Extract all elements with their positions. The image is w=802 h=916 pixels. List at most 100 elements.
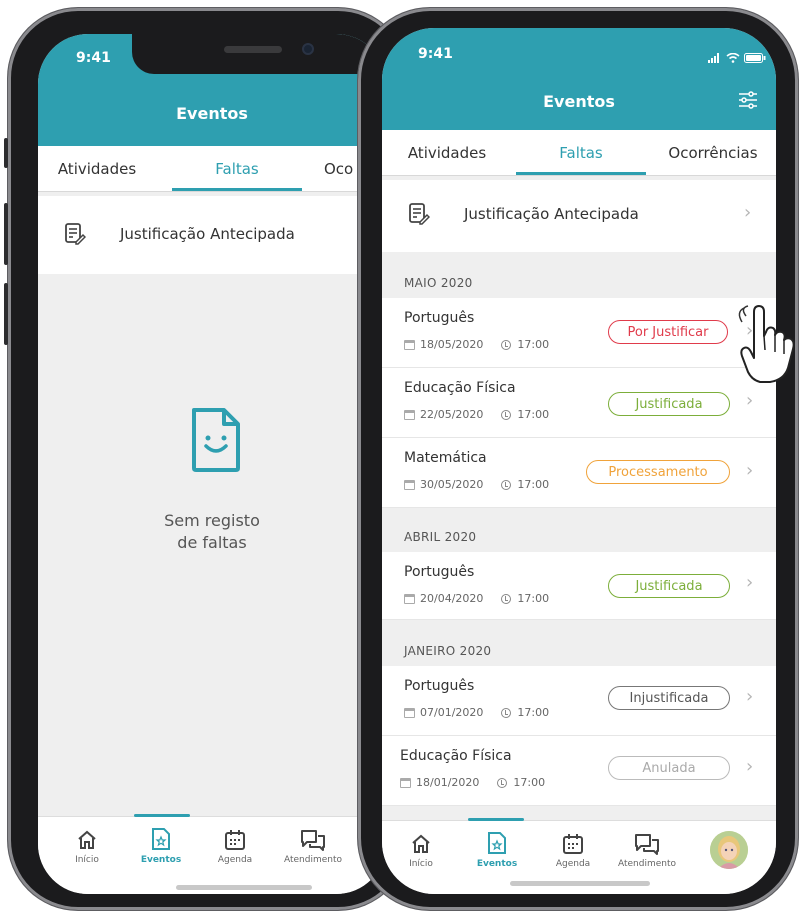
home-indicator: [176, 885, 312, 890]
back-screen: 9:41 Eventos Atividades Faltas Oco Justi…: [38, 34, 386, 894]
home-indicator: [510, 881, 650, 886]
tab-atividades[interactable]: Atividades: [38, 146, 156, 191]
tab-faltas[interactable]: Faltas: [172, 146, 302, 191]
justificacao-antecipada-link[interactable]: Justificação Antecipada ›: [382, 180, 776, 252]
item-meta: 22/05/2020 17:00: [404, 408, 549, 421]
chevron-right-icon: ›: [744, 202, 752, 223]
chevron-right-icon: ›: [746, 686, 754, 707]
bottom-tab-bar: Início Eventos Agenda Atendimento: [382, 818, 776, 894]
tabbar-item-inicio[interactable]: Início: [386, 821, 456, 869]
front-phone: 9:41 Eventos Atividades Faltas Ocorrênci…: [358, 8, 798, 910]
status-badge: Por Justificar: [608, 320, 728, 344]
events-icon: [126, 817, 196, 851]
battery-icon: [744, 48, 766, 67]
active-tab-indicator: [516, 172, 646, 175]
app-header: 9:41 Eventos: [382, 28, 776, 130]
item-subject: Educação Física: [400, 748, 512, 764]
tabbar-item-agenda[interactable]: Agenda: [538, 821, 608, 869]
calendar-small-icon: [404, 339, 415, 350]
tabbar-item-inicio[interactable]: Início: [52, 817, 122, 865]
list-item[interactable]: Português 18/05/2020 17:00 Por Justificar…: [382, 298, 776, 368]
chat-icon: [612, 821, 682, 855]
filter-icon[interactable]: [738, 90, 758, 114]
item-subject: Português: [404, 564, 475, 580]
calendar-small-icon: [404, 593, 415, 604]
calendar-icon: [200, 817, 270, 851]
item-meta: 18/01/2020 17:00: [400, 776, 545, 789]
status-time: 9:41: [76, 50, 111, 66]
item-meta: 07/01/2020 17:00: [404, 706, 549, 719]
bottom-tab-bar: Início Eventos Agenda Atendimento: [38, 814, 386, 894]
volume-up-button: [4, 203, 8, 265]
app-header: 9:41 Eventos: [38, 34, 386, 146]
tab-faltas[interactable]: Faltas: [516, 130, 646, 175]
item-date: 18/05/2020: [420, 338, 484, 351]
item-meta: 18/05/2020 17:00: [404, 338, 549, 351]
section-header-abril: ABRIL 2020: [404, 530, 477, 544]
item-date: 07/01/2020: [420, 706, 484, 719]
item-subject: Português: [404, 678, 475, 694]
chevron-right-icon: ›: [746, 390, 754, 411]
page-title: Eventos: [543, 92, 615, 111]
list-item[interactable]: Português 20/04/2020 17:00 Justificada ›: [382, 552, 776, 620]
status-badge: Processamento: [586, 460, 730, 484]
item-date: 30/05/2020: [420, 478, 484, 491]
clock-icon: [501, 707, 512, 718]
tabbar-item-eventos[interactable]: Eventos: [462, 821, 532, 869]
tab-bar: Atividades Faltas Ocorrências: [382, 130, 776, 176]
tabbar-item-eventos[interactable]: Eventos: [126, 817, 196, 865]
tab-ocorrencias[interactable]: Ocorrências: [650, 130, 776, 175]
signal-icon: [708, 48, 722, 67]
item-meta: 30/05/2020 17:00: [404, 478, 549, 491]
tabbar-label: Agenda: [555, 859, 591, 869]
chat-icon: [278, 817, 348, 851]
item-date: 20/04/2020: [420, 592, 484, 605]
item-time: 17:00: [517, 338, 550, 351]
list-item[interactable]: Português 07/01/2020 17:00 Injustificada …: [382, 666, 776, 736]
item-subject: Português: [404, 310, 475, 326]
justificacao-antecipada-link[interactable]: Justificação Antecipada: [38, 196, 386, 274]
section-header-maio: MAIO 2020: [404, 276, 473, 290]
chevron-right-icon: ›: [746, 756, 754, 777]
clock-icon: [497, 777, 508, 788]
hand-pointer-icon: [738, 302, 802, 390]
empty-state-text: Sem registo de faltas: [38, 510, 386, 554]
status-badge: Justificada: [608, 574, 730, 598]
front-screen: 9:41 Eventos Atividades Faltas Ocorrênci…: [382, 28, 776, 894]
list-item[interactable]: Educação Física 18/01/2020 17:00 Anulada …: [382, 736, 776, 806]
avatar[interactable]: [710, 831, 748, 869]
document-edit-icon: [64, 222, 87, 250]
active-tab-indicator: [172, 188, 302, 191]
link-label: Justificação Antecipada: [120, 225, 295, 243]
empty-line-2: de faltas: [177, 533, 247, 552]
clock-icon: [501, 409, 512, 420]
status-time: 9:41: [418, 46, 453, 62]
empty-document-icon: [188, 406, 244, 478]
tab-bar: Atividades Faltas Oco: [38, 146, 386, 192]
item-subject: Matemática: [404, 450, 487, 466]
tabbar-label: Início: [409, 859, 433, 869]
wifi-icon: [726, 48, 740, 67]
calendar-small-icon: [404, 409, 415, 420]
home-icon: [386, 821, 456, 855]
tab-atividades[interactable]: Atividades: [382, 130, 512, 175]
document-edit-icon: [408, 202, 431, 230]
clock-icon: [501, 479, 512, 490]
tabbar-label: Eventos: [476, 859, 518, 869]
item-meta: 20/04/2020 17:00: [404, 592, 549, 605]
tabbar-item-atendimento[interactable]: Atendimento: [612, 821, 682, 869]
item-subject: Educação Física: [404, 380, 516, 396]
item-time: 17:00: [517, 408, 550, 421]
calendar-small-icon: [404, 707, 415, 718]
calendar-icon: [538, 821, 608, 855]
clock-icon: [501, 593, 512, 604]
mute-switch: [4, 138, 8, 168]
tabbar-item-agenda[interactable]: Agenda: [200, 817, 270, 865]
list-item[interactable]: Educação Física 22/05/2020 17:00 Justific…: [382, 368, 776, 438]
item-time: 17:00: [517, 706, 550, 719]
volume-down-button: [4, 283, 8, 345]
status-badge: Anulada: [608, 756, 730, 780]
tabbar-item-atendimento[interactable]: Atendimento: [278, 817, 348, 865]
list-item[interactable]: Matemática 30/05/2020 17:00 Processamento…: [382, 438, 776, 508]
tabbar-label: Atendimento: [617, 859, 677, 869]
